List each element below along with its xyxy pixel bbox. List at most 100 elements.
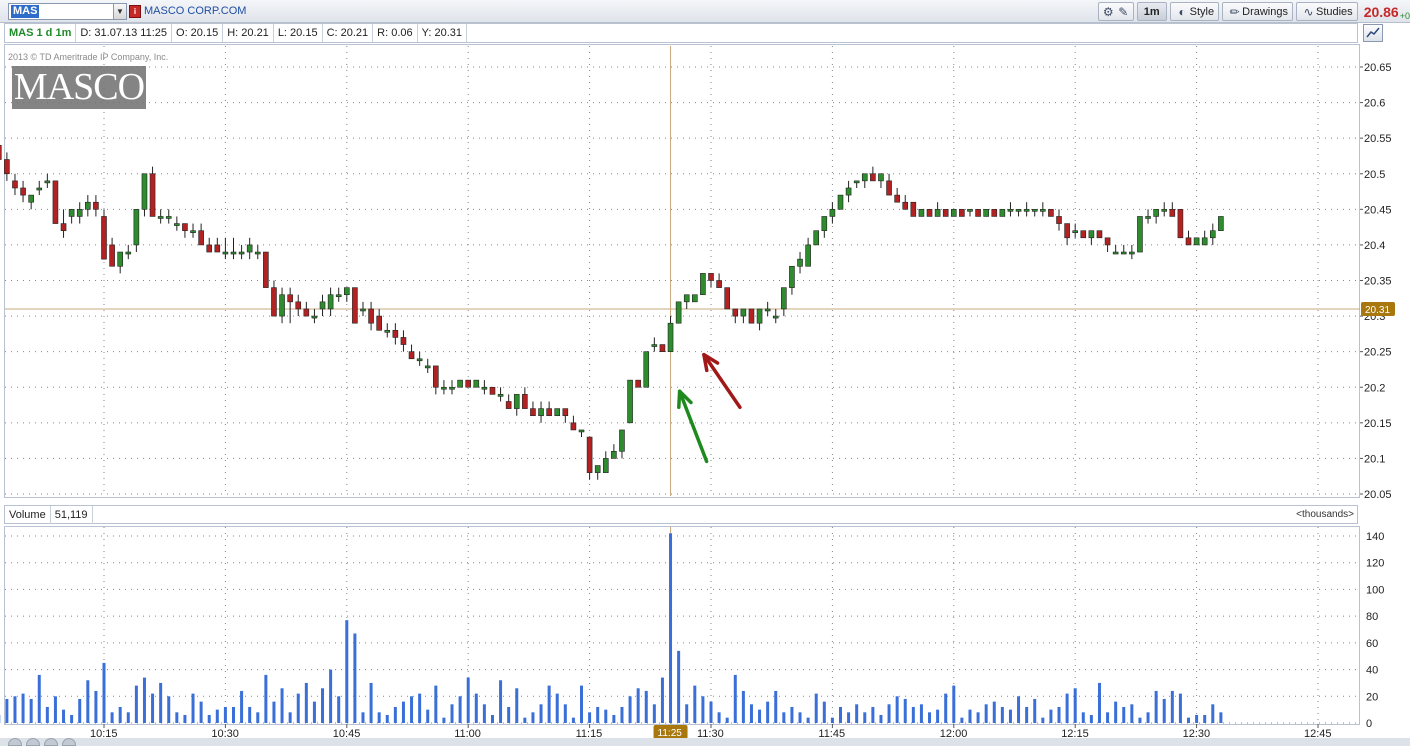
volume-bar (199, 701, 203, 723)
candle (1064, 223, 1070, 239)
wrench-icon[interactable]: ⚙ (1101, 4, 1116, 19)
volume-bar (838, 706, 842, 723)
scroll-left-handle[interactable] (8, 738, 22, 746)
candle (36, 187, 43, 191)
volume-bar (1138, 717, 1142, 723)
candle (311, 315, 318, 319)
pencil-settings-icon[interactable]: ✎ (1116, 4, 1131, 19)
candle (772, 315, 779, 319)
scroll-handle[interactable] (62, 738, 76, 746)
price-change: +0 (1399, 10, 1410, 21)
candle (683, 294, 690, 303)
candle (594, 465, 601, 473)
volume-bar (523, 717, 527, 723)
candle (441, 386, 447, 390)
volume-bar (814, 693, 818, 723)
candle (165, 216, 172, 219)
candle (473, 379, 480, 388)
volume-bar (693, 685, 697, 723)
candle (1040, 209, 1046, 212)
drawings-button[interactable]: ✏ Drawings (1222, 2, 1293, 21)
volume-bar (782, 712, 786, 723)
volume-chart[interactable]: 14012010080604020010:15 10:30 10:45 11:00 11… (0, 526, 1410, 746)
volume-bar (806, 717, 810, 723)
scroll-handle[interactable] (26, 738, 40, 746)
volume-bar (21, 693, 25, 723)
volume-bar (345, 620, 349, 723)
candle (821, 216, 828, 231)
volume-bar (725, 717, 729, 723)
volume-bar (248, 706, 252, 723)
volume-bar (1073, 688, 1077, 723)
candle (20, 187, 26, 196)
candle (141, 173, 148, 210)
chart-type-button[interactable] (1363, 24, 1383, 42)
studies-icon: ∿ (1303, 4, 1314, 19)
style-button[interactable]: ◐ Style (1169, 2, 1220, 21)
volume-bar (134, 685, 138, 723)
volume-bar (531, 712, 535, 723)
volume-bar (1000, 706, 1004, 723)
volume-bar (215, 709, 219, 723)
volume-bar (102, 662, 106, 723)
volume-bar (458, 696, 462, 723)
volume-bar (515, 688, 519, 723)
bottom-scroll-strip[interactable] (0, 738, 1410, 746)
candle (586, 436, 593, 473)
company-name: MASCO CORP.COM (144, 5, 247, 17)
candle (837, 194, 844, 210)
candle (392, 330, 399, 338)
candle (465, 379, 472, 388)
candle (886, 180, 892, 196)
candle (1072, 230, 1078, 233)
copyright-text: 2013 © TD Ameritrade IP Company, Inc. (8, 52, 169, 62)
volume-bar (1065, 693, 1069, 723)
candle (238, 251, 245, 255)
volume-bar (53, 696, 57, 723)
symbol-info-icon[interactable]: i (129, 5, 141, 18)
volume-label[interactable]: Volume (5, 506, 51, 524)
price-axis-label: 20.2 (1364, 382, 1385, 394)
studies-button[interactable]: ∿ Studies (1295, 2, 1358, 21)
candle (870, 173, 876, 182)
scroll-handle[interactable] (44, 738, 58, 746)
candle (352, 287, 358, 324)
volume-bar (1049, 709, 1053, 723)
volume-bar (37, 674, 41, 723)
volume-axis-label: 100 (1366, 584, 1384, 596)
candle (1137, 216, 1143, 253)
candle (384, 330, 391, 333)
volume-bar (1106, 712, 1110, 723)
candle (700, 273, 706, 296)
volume-bar (482, 704, 486, 723)
volume-bar (490, 714, 494, 723)
symbol-text: MAS (11, 5, 40, 18)
candle (44, 180, 51, 184)
candle (343, 287, 350, 296)
candle (319, 301, 326, 310)
volume-bar (78, 698, 82, 723)
candle (764, 308, 771, 312)
candle (1096, 230, 1103, 239)
volume-bar (1081, 712, 1085, 723)
volume-bar (442, 717, 446, 723)
candle (360, 308, 366, 312)
candle (230, 251, 237, 255)
volume-bar (758, 709, 762, 723)
candle (756, 308, 763, 324)
symbol-dropdown-button[interactable]: ▼ (114, 3, 127, 20)
candle (805, 244, 811, 267)
candle (902, 201, 909, 210)
volume-bar (555, 693, 559, 723)
symbol-input[interactable]: MAS (8, 3, 114, 20)
chart-title[interactable]: MAS 1 d 1m (5, 24, 77, 42)
candle (157, 216, 164, 219)
timeframe-button[interactable]: 1m (1136, 2, 1167, 21)
volume-bar (329, 669, 333, 723)
volume-bar (895, 696, 899, 723)
candle (190, 230, 196, 233)
price-axis-label: 20.4 (1364, 240, 1385, 252)
candle (1048, 209, 1054, 217)
price-chart[interactable]: 20.6520.620.5520.520.4520.420.3520.320.2… (0, 44, 1410, 500)
volume-bar (847, 712, 851, 723)
